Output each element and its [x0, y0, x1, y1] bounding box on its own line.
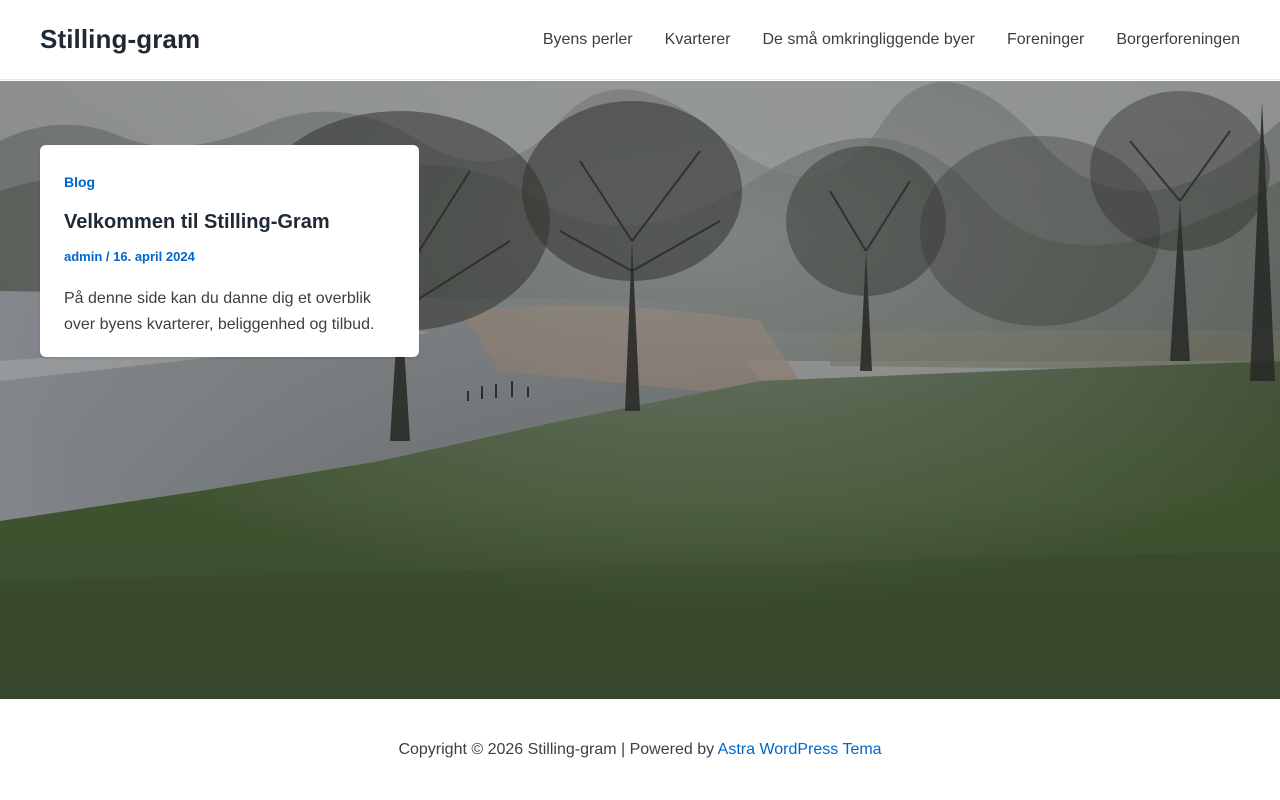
post-meta-separator: / [102, 249, 114, 264]
site-footer: Copyright © 2026 Stilling-gram | Powered… [0, 699, 1280, 800]
nav-item-byens-perler[interactable]: Byens perler [527, 0, 649, 80]
nav-item-kvarterer[interactable]: Kvarterer [649, 0, 747, 80]
nav-item-foreninger[interactable]: Foreninger [991, 0, 1100, 80]
post-title-link[interactable]: Velkommen til Stilling-Gram [64, 209, 395, 235]
site-title-link[interactable]: Stilling-gram [40, 24, 200, 55]
post-excerpt: På denne side kan du danne dig et overbl… [64, 290, 375, 333]
featured-post-card: Blog Velkommen til Stilling-Gram admin /… [40, 145, 419, 357]
site-header: Stilling-gram Byens perler Kvarterer De … [0, 0, 1280, 80]
footer-copyright: Copyright © 2026 Stilling-gram | Powered… [398, 741, 881, 759]
nav-item-borgerforeningen[interactable]: Borgerforeningen [1100, 0, 1256, 80]
footer-theme-link[interactable]: Astra WordPress Tema [718, 741, 882, 758]
post-date-link[interactable]: 16. april 2024 [113, 249, 195, 264]
footer-copyright-text: Copyright © 2026 Stilling-gram | Powered… [398, 740, 718, 758]
post-author-link[interactable]: admin [64, 249, 102, 264]
nav-item-omkringliggende-byer[interactable]: De små omkringliggende byer [746, 0, 991, 80]
post-category-link[interactable]: Blog [64, 173, 95, 191]
post-meta: admin / 16. april 2024 [64, 248, 395, 266]
main-navigation: Byens perler Kvarterer De små omkringlig… [527, 0, 1256, 80]
